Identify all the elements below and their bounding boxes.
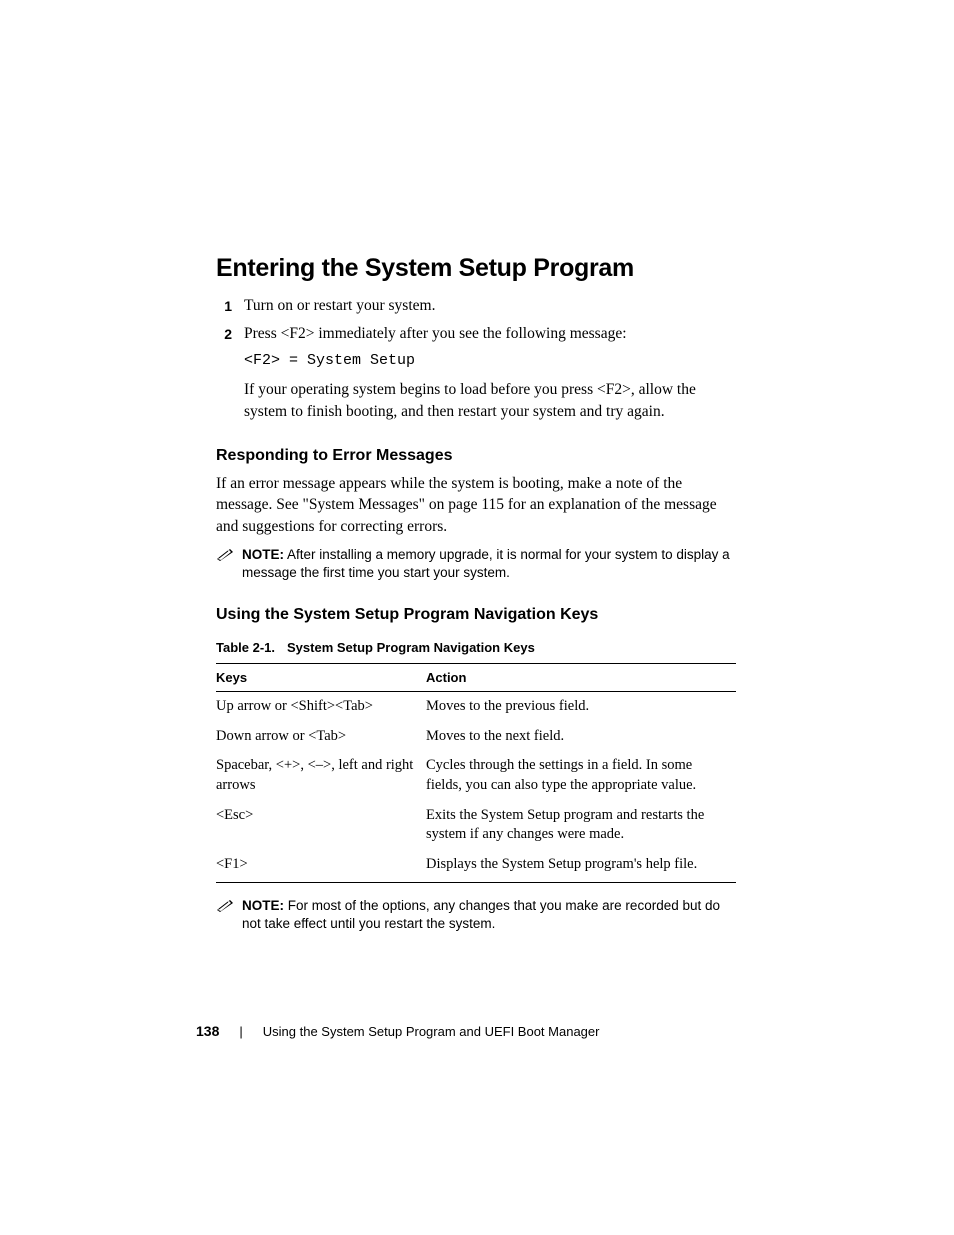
cell-action: Moves to the previous field.: [426, 692, 736, 722]
section-heading-nav-keys: Using the System Setup Program Navigatio…: [216, 606, 736, 624]
table-row: <Esc> Exits the System Setup program and…: [216, 801, 736, 850]
cell-action: Cycles through the settings in a field. …: [426, 751, 736, 800]
note-text: NOTE: After installing a memory upgrade,…: [242, 546, 736, 582]
table-caption: Table 2-1. System Setup Program Navigatio…: [216, 640, 736, 655]
table-row: <F1> Displays the System Setup program's…: [216, 850, 736, 883]
section-body: If an error message appears while the sy…: [216, 473, 736, 538]
cell-keys: Up arrow or <Shift><Tab>: [216, 692, 426, 722]
cell-keys: <F1>: [216, 850, 426, 883]
cell-keys: Spacebar, <+>, <–>, left and right arrow…: [216, 751, 426, 800]
step-item: 1 Turn on or restart your system.: [216, 295, 736, 317]
page-footer: 138 | Using the System Setup Program and…: [196, 1023, 599, 1039]
step-item: 2 Press <F2> immediately after you see t…: [216, 323, 736, 423]
step-text: Press <F2> immediately after you see the…: [244, 325, 627, 342]
cell-action: Moves to the next field.: [426, 722, 736, 752]
footer-separator: |: [239, 1024, 242, 1039]
table-caption-title: System Setup Program Navigation Keys: [287, 640, 535, 655]
note-label: NOTE:: [242, 547, 284, 562]
table-caption-num: Table 2-1.: [216, 640, 275, 655]
ordered-steps: 1 Turn on or restart your system. 2 Pres…: [216, 295, 736, 423]
step-number: 2: [216, 323, 244, 423]
col-header-keys: Keys: [216, 664, 426, 692]
code-block: <F2> = System Setup: [244, 350, 736, 371]
page-heading: Entering the System Setup Program: [216, 254, 736, 283]
note-text: NOTE: For most of the options, any chang…: [242, 897, 736, 933]
cell-keys: <Esc>: [216, 801, 426, 850]
note-body: For most of the options, any changes tha…: [242, 898, 720, 931]
nav-keys-table: Keys Action Up arrow or <Shift><Tab> Mov…: [216, 663, 736, 883]
cell-keys: Down arrow or <Tab>: [216, 722, 426, 752]
step-number: 1: [216, 295, 244, 317]
step-body: Press <F2> immediately after you see the…: [244, 323, 736, 423]
col-header-action: Action: [426, 664, 736, 692]
cell-action: Exits the System Setup program and resta…: [426, 801, 736, 850]
note-body: After installing a memory upgrade, it is…: [242, 547, 730, 580]
section-heading-error-messages: Responding to Error Messages: [216, 447, 736, 465]
cell-action: Displays the System Setup program's help…: [426, 850, 736, 883]
table-row: Up arrow or <Shift><Tab> Moves to the pr…: [216, 692, 736, 722]
chapter-title: Using the System Setup Program and UEFI …: [263, 1024, 600, 1039]
step-text: Turn on or restart your system.: [244, 295, 736, 317]
table-row: Spacebar, <+>, <–>, left and right arrow…: [216, 751, 736, 800]
page-number: 138: [196, 1023, 219, 1039]
step-after-text: If your operating system begins to load …: [244, 381, 696, 420]
note-icon: [216, 897, 242, 933]
note-block: NOTE: For most of the options, any chang…: [216, 897, 736, 933]
note-icon: [216, 546, 242, 582]
table-row: Down arrow or <Tab> Moves to the next fi…: [216, 722, 736, 752]
note-block: NOTE: After installing a memory upgrade,…: [216, 546, 736, 582]
note-label: NOTE:: [242, 898, 284, 913]
